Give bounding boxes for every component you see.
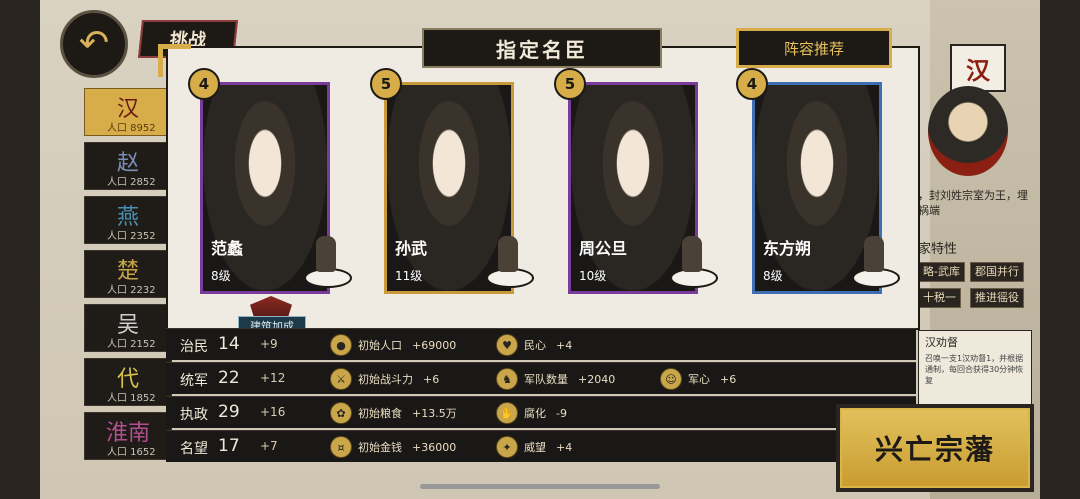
country-list: 汉 人口 8952 赵 人口 2852 燕 人口 2352 楚 人口 2232 …	[84, 88, 172, 498]
ruler-flag: 汉	[950, 44, 1006, 92]
corruption-icon: ✋	[496, 402, 518, 424]
heart-icon: ♥	[496, 334, 518, 356]
stat-bonus: +7	[260, 439, 278, 453]
sword-icon: ⚔	[330, 368, 352, 390]
stat-row: 统军 22 +12 ⚔ 初始战斗力 +6 ♞ 军队数量 +2040 ☺ 军心 +…	[166, 362, 916, 394]
stat-name: 名望	[180, 441, 208, 457]
feature-button[interactable]: 十税一	[918, 288, 961, 308]
effect-item: ♞ 军队数量 +2040	[496, 368, 615, 390]
hero-figurine	[852, 232, 900, 288]
country-population: 人口 2152	[107, 339, 156, 350]
stat-value: 29	[218, 402, 240, 422]
hero-level: 10级	[579, 269, 607, 283]
prestige-icon: ✦	[496, 436, 518, 458]
effect-item: ☺ 军心 +6	[660, 368, 736, 390]
country-item-dai[interactable]: 代 人口 1852	[84, 358, 172, 406]
country-population: 人口 1652	[107, 447, 156, 458]
star-badge: 5	[370, 68, 402, 100]
effect-item: ✿ 初始粮食 +13.5万	[330, 402, 457, 424]
country-population: 人口 2852	[107, 177, 156, 188]
left-border	[0, 0, 40, 499]
country-population: 人口 2352	[107, 231, 156, 242]
morale-icon: ☺	[660, 368, 682, 390]
stats-table: 治民 14 +9 ● 初始人口 +69000 ♥ 民心 +4 统军 22 +12…	[166, 328, 916, 462]
right-border	[1040, 0, 1080, 499]
country-population: 人口 2232	[107, 285, 156, 296]
stat-bonus: +16	[260, 405, 286, 419]
hero-level: 11级	[395, 269, 423, 283]
hero-level: 8级	[763, 269, 783, 283]
country-item-han[interactable]: 汉 人口 8952	[84, 88, 172, 136]
page-count: 4/4	[818, 472, 835, 483]
feature-button[interactable]: 略-武库	[918, 262, 965, 282]
stat-value: 22	[218, 368, 240, 388]
back-button[interactable]: ↶	[60, 10, 128, 78]
rise-fall-button[interactable]: 兴亡宗藩	[836, 404, 1034, 492]
country-population: 人口 1852	[107, 393, 156, 404]
grain-icon: ✿	[330, 402, 352, 424]
ruler-description: ，封刘姓宗室为王，埋祸端	[918, 189, 1028, 217]
panel-title: 指定名臣	[422, 28, 662, 68]
stat-row: 名望 17 +7 ¤ 初始金钱 +36000 ✦ 威望 +4	[166, 430, 916, 462]
hero-figurine	[304, 232, 352, 288]
population-icon: ●	[330, 334, 352, 356]
effect-item: ♥ 民心 +4	[496, 334, 572, 356]
effect-item: ⚔ 初始战斗力 +6	[330, 368, 439, 390]
stat-row: 执政 29 +16 ✿ 初始粮食 +13.5万 ✋ 腐化 -9	[166, 396, 916, 428]
country-item-wu[interactable]: 吴 人口 2152	[84, 304, 172, 352]
feature-title: 家特性	[918, 242, 958, 257]
hero-name: 孙武	[395, 239, 428, 258]
stat-name: 执政	[180, 407, 208, 423]
hero-figurine	[486, 232, 534, 288]
country-population: 人口 8952	[107, 123, 156, 134]
effect-item: ¤ 初始金钱 +36000	[330, 436, 456, 458]
country-item-huainan[interactable]: 淮南 人口 1652	[84, 412, 172, 460]
back-arrow-icon: ↶	[78, 23, 110, 64]
policy-card[interactable]: 汉劝督 召唤一支1汉劝督1，并根据通制，每回合获得30分钟恢复	[918, 330, 1032, 406]
effect-item: ● 初始人口 +69000	[330, 334, 456, 356]
country-item-yan[interactable]: 燕 人口 2352	[84, 196, 172, 244]
ruler-portrait	[928, 86, 1008, 176]
hero-name: 范蠡	[211, 239, 244, 258]
hero-figurine	[670, 232, 718, 288]
star-badge: 5	[554, 68, 586, 100]
hero-level: 8级	[211, 269, 231, 283]
stat-name: 治民	[180, 339, 208, 355]
policy-description: 召唤一支1汉劝督1，并根据通制，每回合获得30分钟恢复	[925, 354, 1024, 385]
stat-bonus: +12	[260, 371, 286, 385]
star-badge: 4	[188, 68, 220, 100]
policy-title: 汉劝督	[925, 336, 958, 349]
lineup-recommend-button[interactable]: 阵容推荐	[736, 28, 892, 68]
home-indicator[interactable]	[420, 484, 660, 489]
effect-item: ✦ 威望 +4	[496, 436, 572, 458]
coin-icon: ¤	[330, 436, 352, 458]
stat-value: 17	[218, 436, 240, 456]
corner-decoration	[158, 44, 191, 77]
stat-bonus: +9	[260, 337, 278, 351]
hero-name: 东方朔	[763, 239, 812, 258]
star-badge: 4	[736, 68, 768, 100]
country-item-zhao[interactable]: 赵 人口 2852	[84, 142, 172, 190]
stat-value: 14	[218, 334, 240, 354]
country-item-chu[interactable]: 楚 人口 2232	[84, 250, 172, 298]
soldier-icon: ♞	[496, 368, 518, 390]
hero-name: 周公旦	[579, 239, 628, 258]
stat-row: 治民 14 +9 ● 初始人口 +69000 ♥ 民心 +4	[166, 328, 916, 360]
stat-name: 统军	[180, 373, 208, 389]
effect-item: ✋ 腐化 -9	[496, 402, 567, 424]
feature-button[interactable]: 郡国并行	[970, 262, 1024, 282]
feature-button[interactable]: 推进徭役	[970, 288, 1024, 308]
